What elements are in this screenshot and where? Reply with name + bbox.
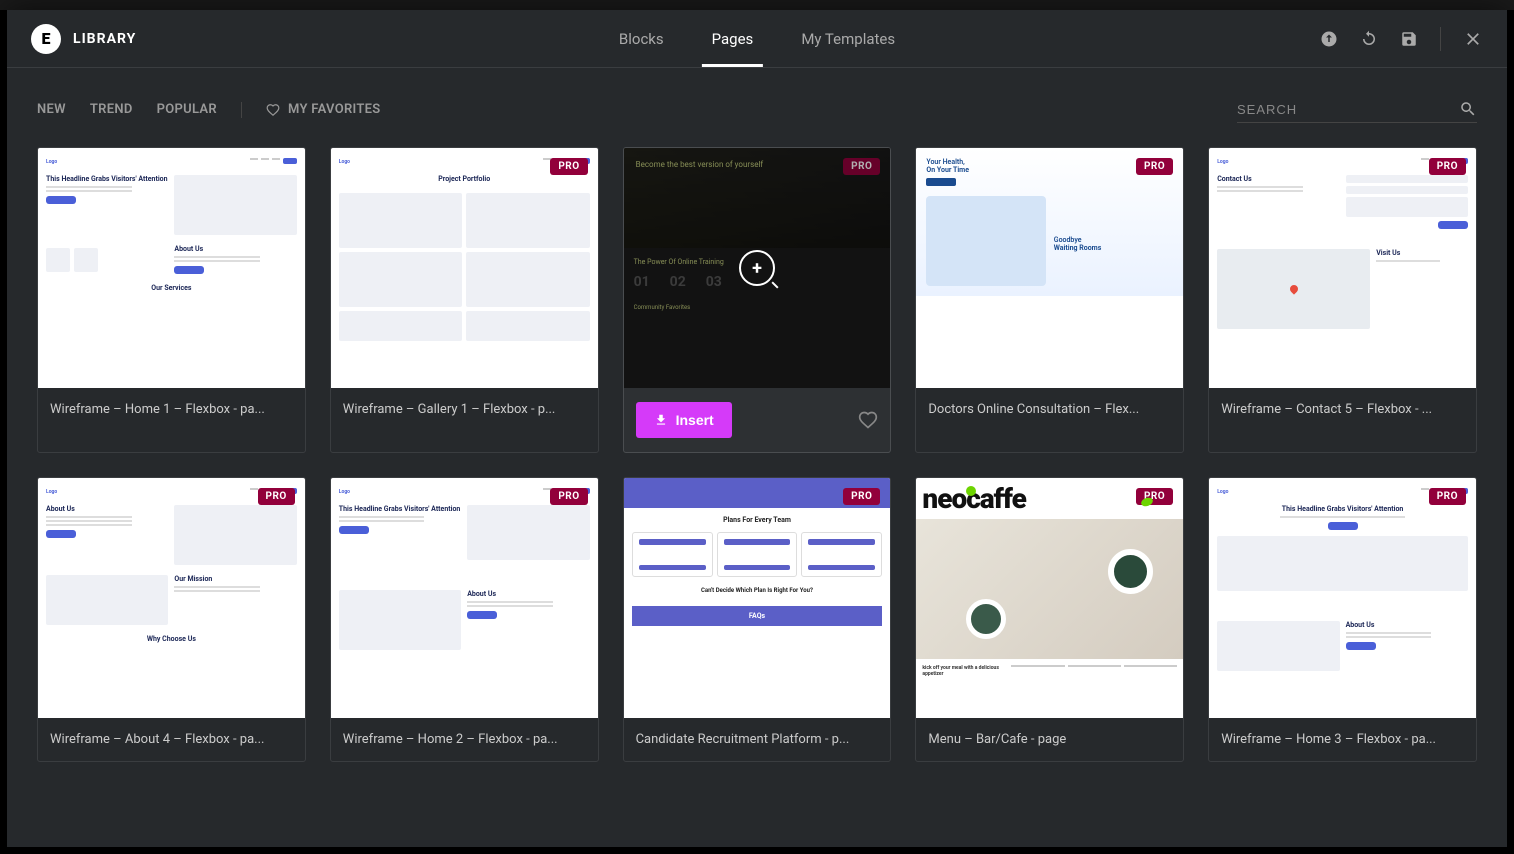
template-card[interactable]: PRO Plans For Every Team $30 $70 $95 Can… — [623, 477, 892, 762]
filter-trend[interactable]: TREND — [90, 102, 133, 117]
template-card[interactable]: PRO Logo This Headline Grabs Visitors' A… — [330, 477, 599, 762]
template-thumbnail: PRO Logo Contact Us Visit Us — [1209, 148, 1476, 388]
heart-icon — [266, 103, 280, 117]
search-wrap — [1237, 96, 1477, 123]
template-title: Wireframe – About 4 – Flexbox - pa... — [50, 732, 293, 747]
divider — [241, 102, 242, 118]
template-thumbnail: PRO Logo This Headline Grabs Visitors' A… — [331, 478, 598, 718]
pro-badge: PRO — [258, 488, 295, 505]
template-thumbnail: PRO Logo This Headline Grabs Visitors' A… — [1209, 478, 1476, 718]
template-title: Menu – Bar/Cafe - page — [928, 732, 1171, 747]
template-title: Wireframe – Contact 5 – Flexbox - ... — [1221, 402, 1464, 417]
close-icon[interactable] — [1463, 29, 1483, 49]
template-title: Wireframe – Gallery 1 – Flexbox - p... — [343, 402, 586, 417]
modal-body: NEW TREND POPULAR MY FAVORITES Logo — [7, 68, 1507, 847]
tab-pages[interactable]: Pages — [712, 10, 754, 67]
template-title: Candidate Recruitment Platform - p... — [636, 732, 879, 747]
preview-overlay[interactable]: + — [624, 148, 891, 388]
divider — [1440, 27, 1441, 51]
favorites-label: MY FAVORITES — [288, 102, 381, 117]
upload-icon[interactable] — [1320, 30, 1338, 48]
template-thumbnail: Logo This Headline Grabs Visitors' Atten… — [38, 148, 305, 388]
filter-favorites[interactable]: MY FAVORITES — [266, 102, 381, 117]
library-tabs: Blocks Pages My Templates — [619, 10, 895, 67]
template-thumbnail: PRO neocaffe kick off your meal with a d… — [916, 478, 1183, 718]
pro-badge: PRO — [1429, 488, 1466, 505]
templates-grid: Logo This Headline Grabs Visitors' Atten… — [27, 147, 1487, 762]
template-card[interactable]: PRO Logo This Headline Grabs Visitors' A… — [1208, 477, 1477, 762]
filters-row: NEW TREND POPULAR MY FAVORITES — [27, 68, 1487, 147]
save-icon[interactable] — [1400, 30, 1418, 48]
template-card[interactable]: PRO Become the best version of yourself … — [623, 147, 892, 453]
browser-tabbar — [0, 0, 1514, 10]
search-input[interactable] — [1237, 102, 1459, 117]
pro-badge: PRO — [550, 488, 587, 505]
library-title: LIBRARY — [73, 31, 136, 47]
template-title: Wireframe – Home 1 – Flexbox - pa... — [50, 402, 293, 417]
template-card[interactable]: PRO Your Health, On Your Time Goodbye Wa… — [915, 147, 1184, 453]
modal-header: E LIBRARY Blocks Pages My Templates — [7, 10, 1507, 68]
search-icon[interactable] — [1459, 100, 1477, 118]
template-thumbnail: PRO Logo Project Portfolio — [331, 148, 598, 388]
template-title: Wireframe – Home 2 – Flexbox - pa... — [343, 732, 586, 747]
pro-badge: PRO — [550, 158, 587, 175]
elementor-logo-icon: E — [31, 24, 61, 54]
filter-popular[interactable]: POPULAR — [157, 102, 217, 117]
template-title: Wireframe – Home 3 – Flexbox - pa... — [1221, 732, 1464, 747]
template-thumbnail: PRO Plans For Every Team $30 $70 $95 Can… — [624, 478, 891, 718]
template-title: Doctors Online Consultation – Flex... — [928, 402, 1171, 417]
magnify-icon: + — [739, 250, 775, 286]
template-card[interactable]: PRO Logo Contact Us Visit Us Wireframe — [1208, 147, 1477, 453]
pro-badge: PRO — [843, 488, 880, 505]
library-modal: E LIBRARY Blocks Pages My Templates NEW … — [7, 10, 1507, 847]
template-card[interactable]: PRO Logo Project Portfolio Wireframe – G… — [330, 147, 599, 453]
insert-button[interactable]: Insert — [636, 402, 732, 438]
pro-badge: PRO — [1429, 158, 1466, 175]
template-card[interactable]: Logo This Headline Grabs Visitors' Atten… — [37, 147, 306, 453]
favorite-icon[interactable] — [858, 410, 878, 430]
template-thumbnail: PRO Your Health, On Your Time Goodbye Wa… — [916, 148, 1183, 388]
pro-badge: PRO — [1136, 158, 1173, 175]
template-thumbnail: PRO Logo About Us Our Mission Why Choose… — [38, 478, 305, 718]
header-actions — [1320, 27, 1483, 51]
template-card[interactable]: PRO Logo About Us Our Mission Why Choose… — [37, 477, 306, 762]
tab-blocks[interactable]: Blocks — [619, 10, 664, 67]
tab-my-templates[interactable]: My Templates — [801, 10, 895, 67]
sync-icon[interactable] — [1360, 30, 1378, 48]
template-card[interactable]: PRO neocaffe kick off your meal with a d… — [915, 477, 1184, 762]
template-thumbnail: PRO Become the best version of yourself … — [624, 148, 891, 388]
filter-new[interactable]: NEW — [37, 102, 66, 117]
download-icon — [654, 413, 668, 427]
